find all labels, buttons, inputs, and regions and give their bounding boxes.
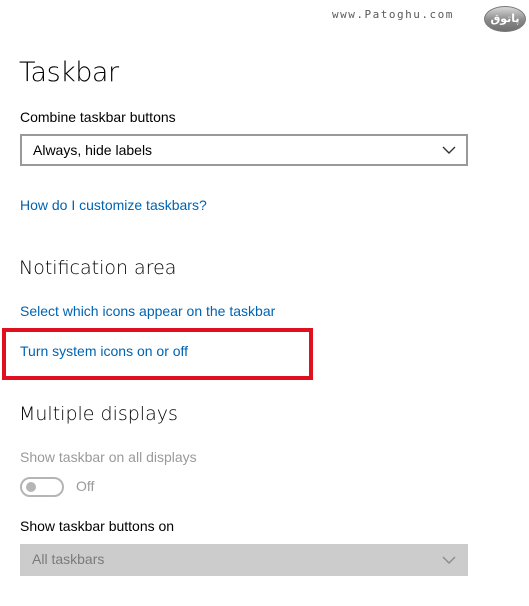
select-icons-link[interactable]: Select which icons appear on the taskbar <box>20 303 275 319</box>
watermark: www.Patoghu.com پاتوق <box>332 6 527 36</box>
toggle-knob <box>26 482 36 492</box>
notification-area-heading: Notification area <box>19 257 177 279</box>
taskbar-buttons-on-dropdown[interactable]: All taskbars <box>20 544 468 576</box>
taskbar-buttons-on-value: All taskbars <box>32 551 105 567</box>
combine-buttons-dropdown[interactable]: Always, hide labels <box>20 134 468 166</box>
multiple-displays-heading: Multiple displays <box>19 403 178 425</box>
combine-buttons-label: Combine taskbar buttons <box>20 109 176 125</box>
watermark-logo-text: پاتوق <box>490 12 520 25</box>
show-all-displays-toggle[interactable] <box>20 477 64 497</box>
taskbar-buttons-on-label: Show taskbar buttons on <box>20 518 175 534</box>
toggle-state-label: Off <box>76 478 95 494</box>
chevron-down-icon <box>442 556 456 564</box>
watermark-logo: پاتوق <box>484 6 526 32</box>
show-all-displays-label: Show taskbar on all displays <box>20 449 197 465</box>
page-title: Taskbar <box>19 57 119 88</box>
combine-buttons-value: Always, hide labels <box>33 142 153 158</box>
system-icons-link[interactable]: Turn system icons on or off <box>20 343 188 359</box>
customize-taskbars-link[interactable]: How do I customize taskbars? <box>20 197 207 213</box>
watermark-text: www.Patoghu.com <box>332 8 454 21</box>
chevron-down-icon <box>442 146 456 154</box>
